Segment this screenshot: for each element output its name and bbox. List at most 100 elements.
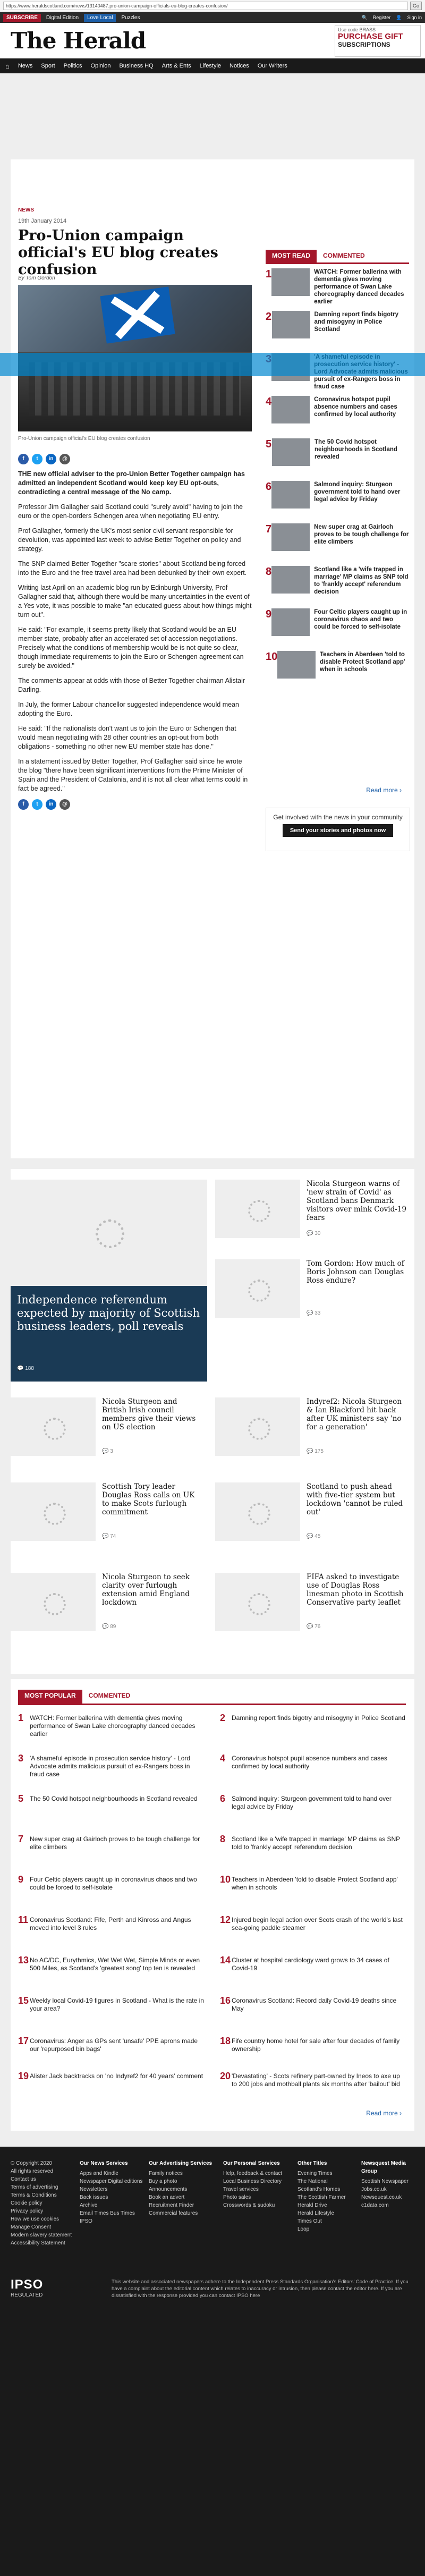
nav-item-arts[interactable]: Arts & Ents: [162, 63, 191, 69]
footer-link[interactable]: How we use cookies: [11, 2215, 72, 2223]
list-item[interactable]: 6 Salmond inquiry: Sturgeon government to…: [220, 1794, 406, 1811]
list-item[interactable]: 15 Weekly local Covid-19 figures in Scotl…: [18, 1996, 204, 2013]
related-card[interactable]: Scotland to push ahead with five-tier sy…: [215, 1482, 412, 1552]
list-item[interactable]: 9 Four Celtic players caught up in corona…: [18, 1875, 204, 1892]
article-kicker[interactable]: NEWS: [18, 207, 34, 213]
list-item[interactable]: 2 Damning report finds bigotry and misogy…: [220, 1713, 406, 1723]
twitter-share-icon[interactable]: t: [32, 454, 42, 464]
list-item[interactable]: 11 Coronavirus Scotland: Fife, Perth and …: [18, 1915, 204, 1932]
footer-link[interactable]: Apps and Kindle: [80, 2170, 142, 2177]
footer-link[interactable]: Book an advert: [149, 2193, 212, 2201]
related-card[interactable]: Indyref2: Nicola Sturgeon & Ian Blackfor…: [215, 1397, 412, 1467]
list-item[interactable]: 1 WATCH: Former ballerina with dementia g…: [266, 268, 409, 307]
list-item[interactable]: 13 No AC/DC, Eurythmics, Wet Wet Wet, Sim…: [18, 1955, 204, 1972]
related-card[interactable]: Nicola Sturgeon and British Irish counci…: [11, 1397, 207, 1467]
linkedin-share-icon[interactable]: in: [46, 454, 56, 464]
love-local-link[interactable]: Love Local: [84, 13, 116, 22]
facebook-share-icon[interactable]: f: [18, 799, 29, 810]
tab-most-popular[interactable]: MOST POPULAR: [18, 1690, 82, 1704]
footer-link[interactable]: Accessibility Statement: [11, 2239, 72, 2247]
footer-link[interactable]: Newsquest.co.uk: [361, 2193, 420, 2201]
twitter-share-icon[interactable]: t: [32, 799, 42, 810]
footer-link[interactable]: Privacy policy: [11, 2207, 72, 2215]
nav-item-opinion[interactable]: Opinion: [91, 63, 111, 69]
footer-link[interactable]: Local Business Directory: [223, 2177, 282, 2185]
list-item[interactable]: 7 New super crag at Gairloch proves to be…: [266, 523, 409, 562]
list-item[interactable]: 8 Scotland like a 'wife trapped in marria…: [266, 566, 409, 604]
list-item[interactable]: 3 'A shameful episode in prosecution serv…: [18, 1753, 204, 1778]
nav-item-notices[interactable]: Notices: [230, 63, 249, 69]
footer-link[interactable]: Photo sales: [223, 2193, 282, 2201]
related-card[interactable]: Tom Gordon: How much of Boris Johnson ca…: [215, 1259, 412, 1328]
list-item[interactable]: 12 Injured begin legal action over Scots …: [220, 1915, 406, 1932]
puzzles-link[interactable]: Puzzles: [118, 14, 143, 22]
tab-commented[interactable]: COMMENTED: [317, 250, 371, 262]
sidebar-read-more-link[interactable]: Read more ›: [366, 786, 402, 794]
footer-link[interactable]: Modern slavery statement: [11, 2231, 72, 2239]
subscribe-button[interactable]: SUBSCRIBE: [3, 13, 41, 22]
footer-link[interactable]: Contact us: [11, 2175, 72, 2183]
related-card[interactable]: Scottish Tory leader Douglas Ross calls …: [11, 1482, 207, 1552]
nav-item-business[interactable]: Business HQ: [119, 63, 153, 69]
footer-link[interactable]: Newspaper Digital editions: [80, 2177, 142, 2185]
list-item[interactable]: 10 Teachers in Aberdeen 'told to disable …: [266, 651, 409, 689]
footer-link[interactable]: Newsletters: [80, 2185, 142, 2193]
footer-link[interactable]: Jobs.co.uk: [361, 2185, 420, 2193]
footer-link[interactable]: c1data.com: [361, 2201, 420, 2209]
footer-link[interactable]: Announcements: [149, 2185, 212, 2193]
footer-link[interactable]: Cookie policy: [11, 2199, 72, 2207]
footer-link[interactable]: Evening Times: [298, 2170, 346, 2177]
related-card[interactable]: FIFA asked to investigate use of Douglas…: [215, 1573, 412, 1642]
home-icon[interactable]: ⌂: [5, 62, 10, 70]
footer-link[interactable]: Help, feedback & contact: [223, 2170, 282, 2177]
site-logo[interactable]: The Herald: [11, 28, 146, 54]
email-share-icon[interactable]: @: [60, 799, 70, 810]
list-item[interactable]: 5 The 50 Covid hotspot neighbourhoods in …: [18, 1794, 204, 1803]
footer-link[interactable]: Commercial features: [149, 2209, 212, 2217]
list-item[interactable]: 2 Damning report finds bigotry and misogy…: [266, 311, 409, 349]
tab-commented[interactable]: COMMENTED: [82, 1690, 137, 1704]
list-item[interactable]: 14 Cluster at hospital cardiology ward gr…: [220, 1955, 406, 1972]
list-item[interactable]: 20 'Devastating' - Scots refinery part-ow…: [220, 2071, 406, 2088]
list-item[interactable]: 4 Coronavirus hotspot pupil absence numbe…: [266, 396, 409, 434]
footer-link[interactable]: Back issues: [80, 2193, 142, 2201]
list-item[interactable]: 17 Coronavirus: Anger as GPs sent 'unsafe…: [18, 2036, 204, 2053]
nav-item-lifestyle[interactable]: Lifestyle: [200, 63, 221, 69]
list-item[interactable]: 1 WATCH: Former ballerina with dementia g…: [18, 1713, 204, 1738]
register-link[interactable]: Register: [373, 15, 391, 21]
list-item[interactable]: 5 The 50 Covid hotspot neighbourhoods in …: [266, 438, 409, 477]
footer-link[interactable]: Crosswords & sudoku: [223, 2201, 282, 2209]
footer-link[interactable]: Recruitment Finder: [149, 2201, 212, 2209]
footer-link[interactable]: The National: [298, 2177, 346, 2185]
footer-link[interactable]: Herald Lifestyle: [298, 2209, 346, 2217]
facebook-share-icon[interactable]: f: [18, 454, 29, 464]
list-item[interactable]: 6 Salmond inquiry: Sturgeon government to…: [266, 481, 409, 519]
nav-item-politics[interactable]: Politics: [64, 63, 82, 69]
linkedin-share-icon[interactable]: in: [46, 799, 56, 810]
list-item[interactable]: 9 Four Celtic players caught up in corona…: [266, 608, 409, 647]
signin-link[interactable]: Sign in: [407, 15, 422, 21]
related-card[interactable]: Nicola Sturgeon to seek clarity over fur…: [11, 1573, 207, 1642]
search-icon[interactable]: 🔍: [362, 15, 368, 21]
footer-link[interactable]: Scottish Newspaper: [361, 2177, 420, 2185]
footer-link[interactable]: Terms of advertising: [11, 2183, 72, 2191]
url-field[interactable]: https://www.heraldscotland.com/news/1314…: [3, 2, 408, 10]
most-popular-read-more-link[interactable]: Read more ›: [366, 2109, 402, 2117]
footer-link[interactable]: Family notices: [149, 2170, 212, 2177]
nav-item-writers[interactable]: Our Writers: [258, 63, 287, 69]
footer-link[interactable]: The Scottish Farmer: [298, 2193, 346, 2201]
footer-link[interactable]: IPSO: [80, 2217, 142, 2225]
footer-link[interactable]: Times Out: [298, 2217, 346, 2225]
nav-item-sport[interactable]: Sport: [41, 63, 55, 69]
email-share-icon[interactable]: @: [60, 454, 70, 464]
list-item[interactable]: 18 Fife country home hotel for sale after…: [220, 2036, 406, 2053]
footer-link[interactable]: Terms & Conditions: [11, 2191, 72, 2199]
footer-link[interactable]: Buy a photo: [149, 2177, 212, 2185]
list-item[interactable]: 10 Teachers in Aberdeen 'told to disable …: [220, 1875, 406, 1892]
footer-link[interactable]: Scotland's Homes: [298, 2185, 346, 2193]
footer-link[interactable]: Herald Drive: [298, 2201, 346, 2209]
footer-link[interactable]: Manage Consent: [11, 2223, 72, 2231]
footer-link[interactable]: All rights reserved: [11, 2167, 72, 2175]
header-advert[interactable]: Use code BRASS PURCHASE GIFT SUBSCRIPTIO…: [335, 25, 421, 57]
list-item[interactable]: 19 Alister Jack backtracks on 'no Indyref…: [18, 2071, 204, 2081]
